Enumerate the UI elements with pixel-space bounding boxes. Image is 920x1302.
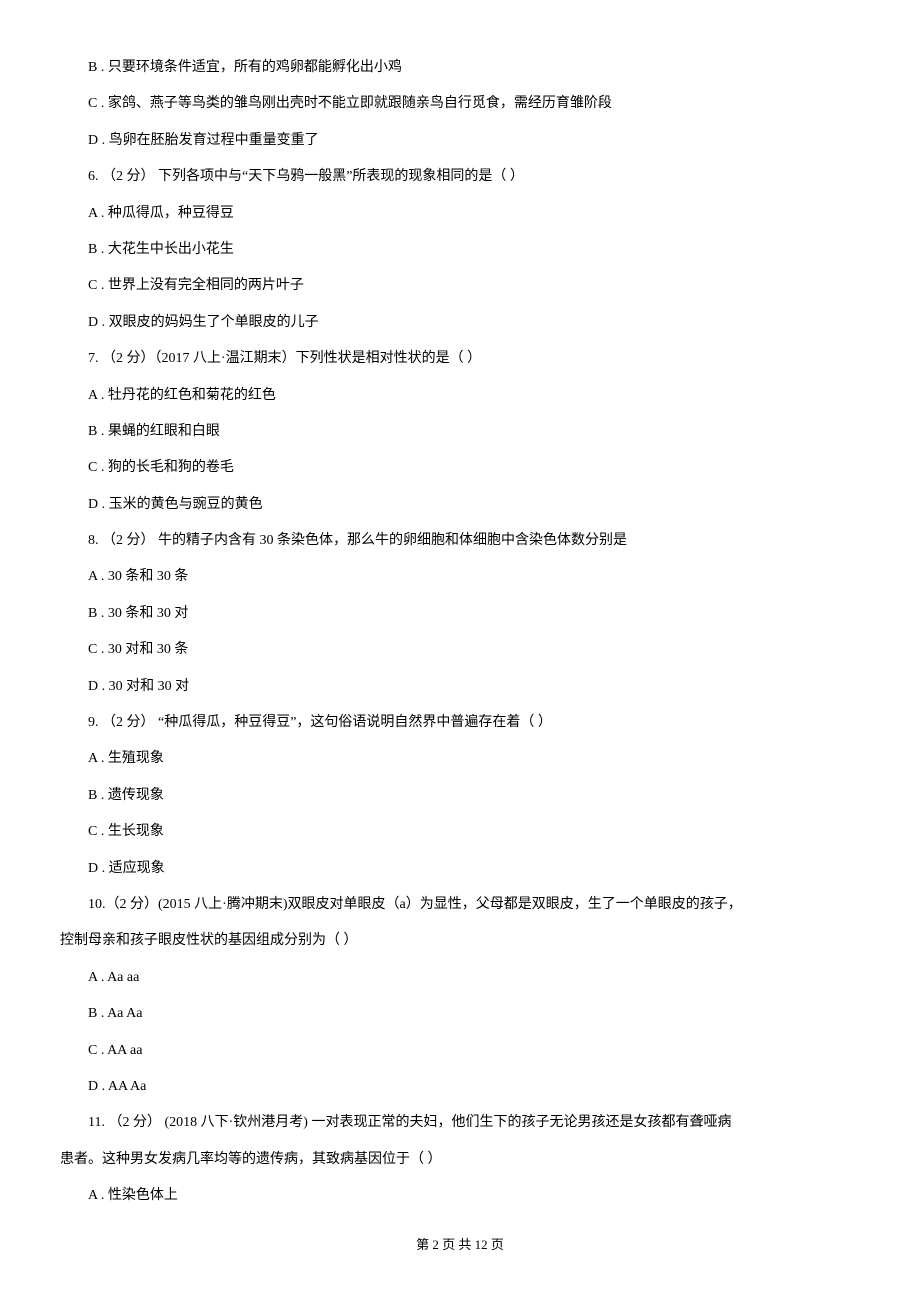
text-line: D . 双眼皮的妈妈生了个单眼皮的儿子 (60, 305, 860, 341)
text-line: C . 30 对和 30 条 (60, 632, 860, 668)
text-line: 6. （2 分） 下列各项中与“天下乌鸦一般黑”所表现的现象相同的是（ ） (60, 159, 860, 195)
text-line: 10.（2 分）(2015 八上·腾冲期末)双眼皮对单眼皮（a）为显性，父母都是… (60, 887, 860, 923)
text-line: B . 遗传现象 (60, 778, 860, 814)
text-line: B . 30 条和 30 对 (60, 596, 860, 632)
text-line: B . 大花生中长出小花生 (60, 232, 860, 268)
text-line: A . 种瓜得瓜，种豆得豆 (60, 196, 860, 232)
text-line: A . 牡丹花的红色和菊花的红色 (60, 378, 860, 414)
page-content: B . 只要环境条件适宜，所有的鸡卵都能孵化出小鸡C . 家鸽、燕子等鸟类的雏鸟… (0, 0, 920, 1284)
text-line: B . 只要环境条件适宜，所有的鸡卵都能孵化出小鸡 (60, 50, 860, 86)
text-line: D . 30 对和 30 对 (60, 669, 860, 705)
text-line: C . AA aa (60, 1033, 860, 1069)
text-line: 7. （2 分）（2017 八上·温江期末）下列性状是相对性状的是（ ） (60, 341, 860, 377)
document-body: B . 只要环境条件适宜，所有的鸡卵都能孵化出小鸡C . 家鸽、燕子等鸟类的雏鸟… (60, 50, 860, 1215)
text-line: 控制母亲和孩子眼皮性状的基因组成分别为（ ） (60, 923, 860, 959)
text-line: C . 生长现象 (60, 814, 860, 850)
text-line: A . 生殖现象 (60, 741, 860, 777)
text-line: 8. （2 分） 牛的精子内含有 30 条染色体，那么牛的卵细胞和体细胞中含染色… (60, 523, 860, 559)
text-line: B . 果蝇的红眼和白眼 (60, 414, 860, 450)
text-line: D . AA Aa (60, 1069, 860, 1105)
text-line: 11. （2 分） (2018 八下·钦州港月考) 一对表现正常的夫妇，他们生下… (60, 1105, 860, 1141)
text-line: D . 鸟卵在胚胎发育过程中重量变重了 (60, 123, 860, 159)
page-footer: 第 2 页 共 12 页 (60, 1235, 860, 1255)
text-line: C . 世界上没有完全相同的两片叶子 (60, 268, 860, 304)
text-line: A . Aa aa (60, 960, 860, 996)
text-line: A . 性染色体上 (60, 1178, 860, 1214)
text-line: D . 适应现象 (60, 851, 860, 887)
text-line: C . 狗的长毛和狗的卷毛 (60, 450, 860, 486)
text-line: C . 家鸽、燕子等鸟类的雏鸟刚出壳时不能立即就跟随亲鸟自行觅食，需经历育雏阶段 (60, 86, 860, 122)
text-line: 患者。这种男女发病几率均等的遗传病，其致病基因位于（ ） (60, 1142, 860, 1178)
text-line: A . 30 条和 30 条 (60, 559, 860, 595)
text-line: 9. （2 分） “种瓜得瓜，种豆得豆”，这句俗语说明自然界中普遍存在着（ ） (60, 705, 860, 741)
text-line: B . Aa Aa (60, 996, 860, 1032)
text-line: D . 玉米的黄色与豌豆的黄色 (60, 487, 860, 523)
